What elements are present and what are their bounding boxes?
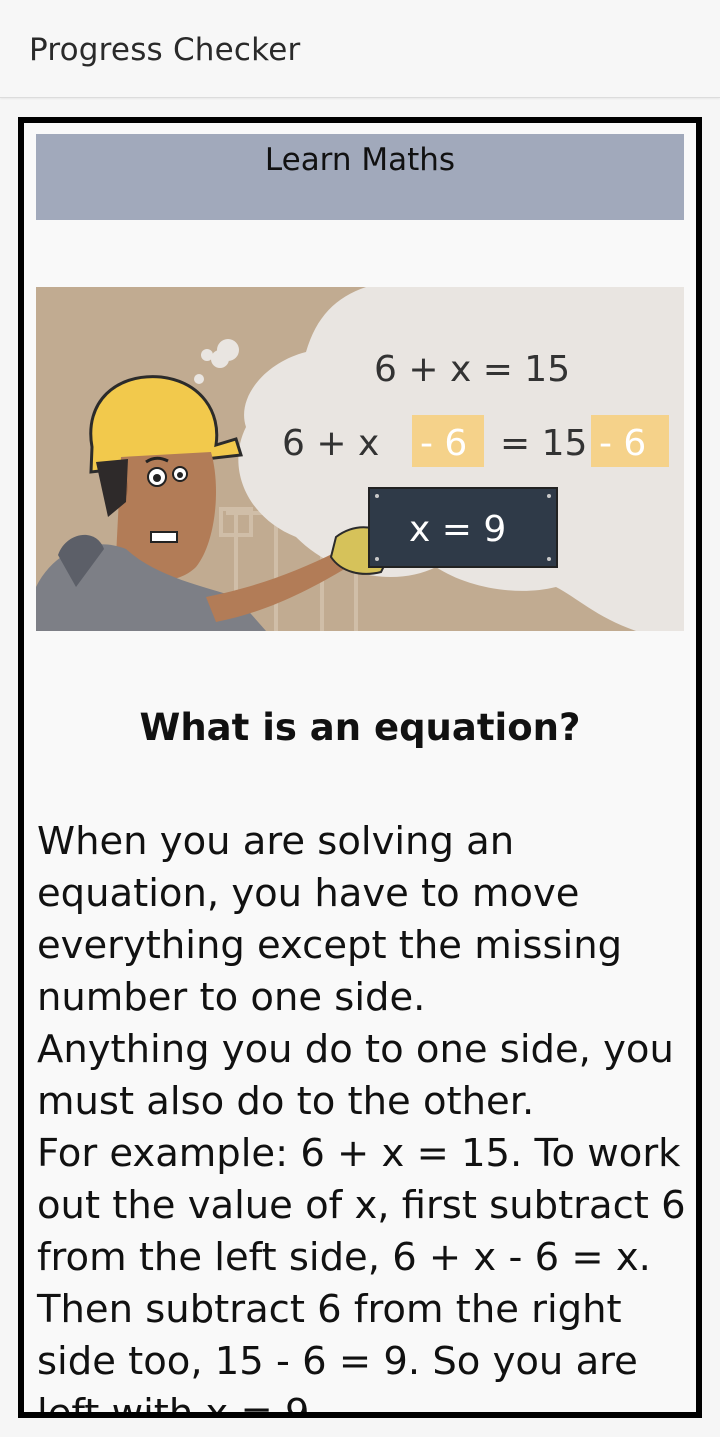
equation-line-2-minus-left: - 6 — [420, 423, 467, 464]
equation-line-2-left: 6 + x — [282, 423, 379, 464]
article-body: When you are solving an equation, you ha… — [37, 819, 686, 1418]
lesson-banner: Learn Maths — [36, 134, 684, 220]
banner-title: Learn Maths — [264, 142, 456, 178]
article-heading: What is an equation? — [139, 706, 581, 749]
equation-line-2-minus-right: - 6 — [599, 423, 646, 464]
result-text: x = 9 — [409, 509, 506, 550]
content-frame[interactable]: Learn Maths 6 + x = 15 6 + x - 6 = 15 - … — [18, 117, 702, 1418]
app-title: Progress Checker — [29, 32, 301, 68]
equation-illustration: 6 + x = 15 6 + x - 6 = 15 - 6 x = 9 — [36, 287, 684, 631]
equation-line-2-equals: = 15 — [500, 423, 587, 464]
app-bar: Progress Checker — [0, 0, 720, 98]
equation-line-1: 6 + x = 15 — [374, 349, 570, 390]
